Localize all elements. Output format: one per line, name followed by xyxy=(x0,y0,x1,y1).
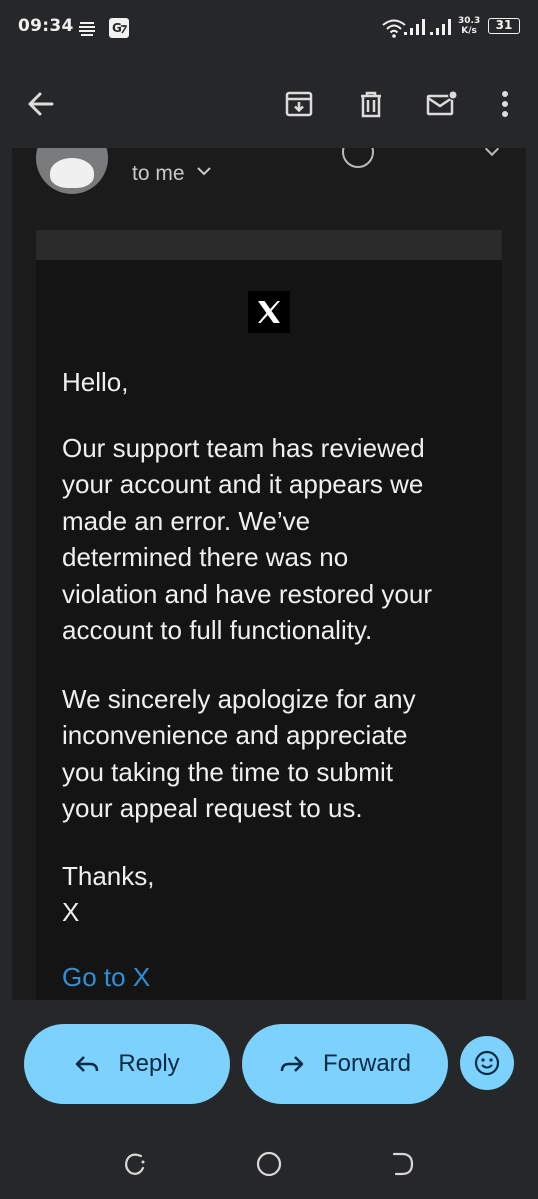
recent-apps-button[interactable] xyxy=(119,1148,151,1180)
x-logo xyxy=(248,291,290,333)
emoji-reaction-button[interactable] xyxy=(460,1036,514,1090)
archive-icon xyxy=(285,91,313,117)
back-nav-icon xyxy=(392,1152,414,1176)
mail-unread-icon xyxy=(426,90,458,116)
forward-icon xyxy=(280,1056,304,1072)
svg-text:G: G xyxy=(112,21,122,35)
net-speed: 30.3 K/s xyxy=(458,16,480,36)
arrow-left-icon xyxy=(28,92,54,116)
reply-button[interactable]: Reply xyxy=(24,1024,230,1104)
back-button[interactable] xyxy=(17,80,65,128)
header-chevron-partial-icon xyxy=(484,148,500,157)
home-circle-icon xyxy=(256,1151,282,1177)
trash-icon xyxy=(361,91,381,118)
smiley-icon xyxy=(474,1050,500,1076)
battery-indicator: 31 xyxy=(488,18,520,34)
x-logo-icon xyxy=(258,301,280,323)
recipient-details-toggle[interactable]: to me xyxy=(132,158,211,186)
data-saver-icon xyxy=(79,22,95,36)
status-bar: 09:34 G 30.3 K/s 31 xyxy=(0,0,538,56)
status-time: 09:34 xyxy=(18,16,74,36)
paragraph-1: Our support team has reviewed your accou… xyxy=(62,433,433,646)
signal-1-icon xyxy=(404,19,425,35)
top-toolbar xyxy=(0,56,538,148)
more-options-button[interactable] xyxy=(481,80,529,128)
forward-button[interactable]: Forward xyxy=(242,1024,448,1104)
sign-off-text: Thanks, X xyxy=(62,861,155,928)
header-partial-icon xyxy=(342,148,374,168)
paragraph-2: We sincerely apologize for any inconveni… xyxy=(62,684,416,824)
recents-icon xyxy=(125,1153,145,1175)
email-content: to me Hello, Our support team has review… xyxy=(12,148,526,1000)
delete-button[interactable] xyxy=(347,80,395,128)
bottom-actions: Reply Forward xyxy=(0,1000,538,1199)
email-banner xyxy=(36,230,502,260)
sender-avatar[interactable] xyxy=(36,148,108,194)
home-button[interactable] xyxy=(253,1148,285,1180)
greeting-text: Hello, xyxy=(62,367,129,397)
reply-label: Reply xyxy=(118,1050,180,1077)
go-to-x-link[interactable]: Go to X xyxy=(62,962,150,993)
more-vert-icon xyxy=(502,91,508,117)
forward-label: Forward xyxy=(322,1050,412,1077)
recipient-label: to me xyxy=(132,162,185,185)
net-speed-unit: K/s xyxy=(461,26,477,36)
mark-unread-button[interactable] xyxy=(418,80,466,128)
archive-button[interactable] xyxy=(275,80,323,128)
reply-icon xyxy=(76,1056,99,1072)
translate-icon: G xyxy=(109,18,129,38)
net-speed-value: 30.3 xyxy=(458,16,481,26)
chevron-down-icon xyxy=(196,158,211,182)
signal-2-icon xyxy=(430,19,451,35)
back-nav-button[interactable] xyxy=(386,1148,418,1180)
email-body: Hello, Our support team has reviewed you… xyxy=(36,230,502,1000)
